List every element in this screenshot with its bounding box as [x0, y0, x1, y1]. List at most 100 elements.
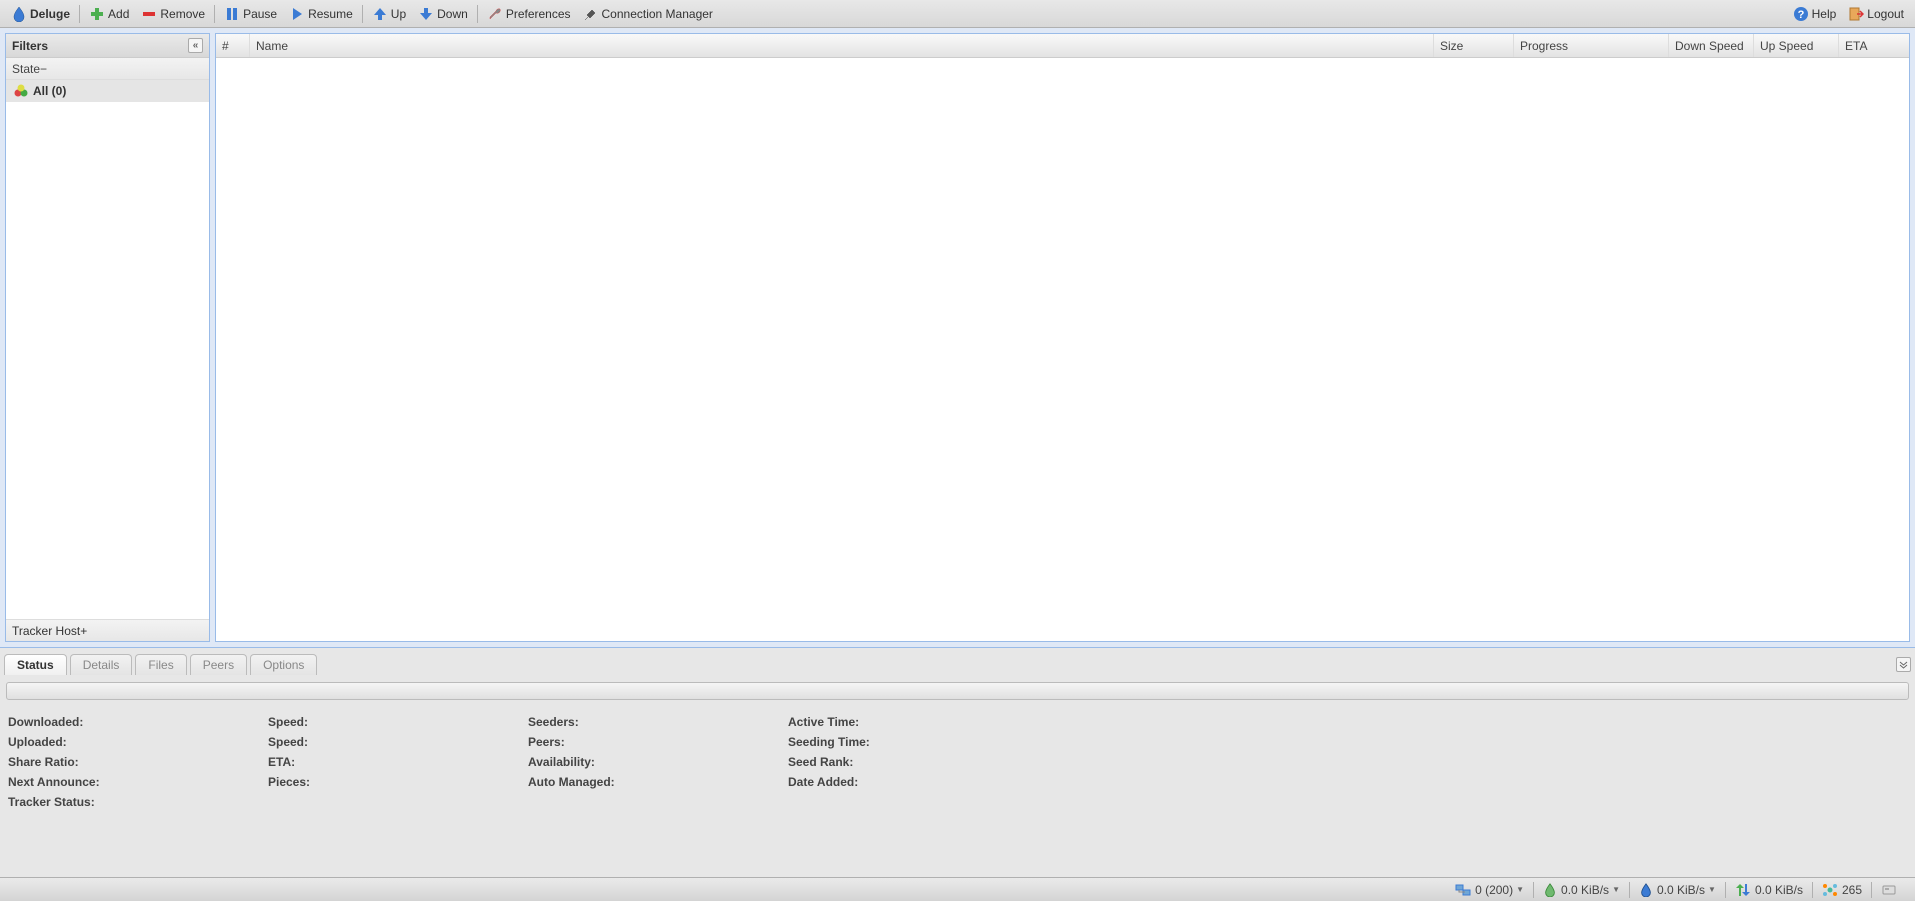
filter-all-label: All (0): [33, 84, 66, 98]
plus-icon: [89, 6, 105, 22]
separator: [1533, 882, 1534, 898]
pause-icon: [224, 6, 240, 22]
filter-all[interactable]: All (0): [6, 80, 209, 102]
tab-details[interactable]: Details: [70, 654, 133, 675]
status-bar: 0 (200) ▼ 0.0 KiB/s ▼ 0.0 KiB/s ▼ 0.0 Ki…: [0, 877, 1915, 901]
filters-sidebar: Filters « State − All (0) Tracker Host +: [5, 33, 210, 642]
dht-status[interactable]: 265: [1816, 882, 1868, 898]
speed-up-label: Speed:: [268, 735, 308, 749]
pause-label: Pause: [243, 7, 277, 21]
download-icon: [1543, 883, 1557, 897]
col-progress[interactable]: Progress: [1514, 34, 1669, 57]
col-eta[interactable]: ETA: [1839, 34, 1909, 57]
dropdown-icon: ▼: [1612, 885, 1620, 894]
active-time-label: Active Time:: [788, 715, 859, 729]
tracker-host-label: Tracker Host: [12, 624, 80, 638]
protocol-traffic-status[interactable]: 0.0 KiB/s: [1729, 882, 1809, 898]
freespace-status[interactable]: [1875, 882, 1907, 898]
grid-body[interactable]: [216, 58, 1909, 641]
main-toolbar: Deluge Add Remove Pause Resume: [0, 0, 1915, 28]
app-title: Deluge: [30, 7, 70, 21]
expand-tracker-button[interactable]: +: [80, 624, 87, 638]
up-label: Up: [391, 7, 406, 21]
separator: [477, 5, 478, 23]
plug-icon: [583, 6, 599, 22]
separator: [1725, 882, 1726, 898]
pause-button[interactable]: Pause: [218, 4, 283, 24]
preferences-label: Preferences: [506, 7, 571, 21]
separator: [1812, 882, 1813, 898]
tracker-status-label: Tracker Status:: [8, 795, 95, 809]
arrow-down-icon: [418, 6, 434, 22]
help-label: Help: [1812, 7, 1837, 21]
filters-header: Filters «: [6, 34, 209, 58]
minus-icon: [141, 6, 157, 22]
tab-files[interactable]: Files: [135, 654, 186, 675]
seeding-time-label: Seeding Time:: [788, 735, 870, 749]
peers-label: Peers:: [528, 735, 565, 749]
share-ratio-label: Share Ratio:: [8, 755, 79, 769]
collapse-sidebar-button[interactable]: «: [188, 38, 203, 53]
seed-rank-label: Seed Rank:: [788, 755, 853, 769]
filters-title: Filters: [12, 39, 48, 53]
disk-icon: [1881, 882, 1897, 898]
remove-button[interactable]: Remove: [135, 4, 211, 24]
connection-manager-label: Connection Manager: [602, 7, 713, 21]
connections-status[interactable]: 0 (200) ▼: [1449, 882, 1530, 898]
separator: [1629, 882, 1630, 898]
torrent-progress-bar: [6, 682, 1909, 700]
date-added-label: Date Added:: [788, 775, 858, 789]
download-speed-status[interactable]: 0.0 KiB/s ▼: [1537, 883, 1626, 897]
separator: [362, 5, 363, 23]
col-size[interactable]: Size: [1434, 34, 1514, 57]
arrow-up-icon: [372, 6, 388, 22]
main-area: Filters « State − All (0) Tracker Host +…: [0, 28, 1915, 647]
logout-label: Logout: [1867, 7, 1904, 21]
tab-peers[interactable]: Peers: [190, 654, 247, 675]
upload-speed-text: 0.0 KiB/s: [1657, 883, 1705, 897]
collapse-details-button[interactable]: [1896, 657, 1911, 672]
down-button[interactable]: Down: [412, 4, 474, 24]
downloaded-label: Downloaded:: [8, 715, 83, 729]
collapse-state-button[interactable]: −: [40, 62, 47, 76]
separator: [1871, 882, 1872, 898]
remove-label: Remove: [160, 7, 205, 21]
col-down-speed[interactable]: Down Speed: [1669, 34, 1754, 57]
state-section-body: All (0): [6, 80, 209, 619]
tab-options[interactable]: Options: [250, 654, 317, 675]
speed-down-label: Speed:: [268, 715, 308, 729]
upload-icon: [1639, 883, 1653, 897]
col-up-speed[interactable]: Up Speed: [1754, 34, 1839, 57]
state-section-header[interactable]: State −: [6, 58, 209, 80]
network-icon: [1455, 882, 1471, 898]
up-button[interactable]: Up: [366, 4, 412, 24]
details-panel: Status Details Files Peers Options Downl…: [0, 647, 1915, 877]
resume-button[interactable]: Resume: [283, 4, 359, 24]
dht-text: 265: [1842, 883, 1862, 897]
separator: [79, 5, 80, 23]
status-fields: Downloaded: Uploaded: Share Ratio: Next …: [4, 706, 1911, 818]
all-icon: [14, 84, 28, 98]
connections-text: 0 (200): [1475, 883, 1513, 897]
next-announce-label: Next Announce:: [8, 775, 100, 789]
torrent-grid: # Name Size Progress Down Speed Up Speed…: [215, 33, 1910, 642]
help-icon: ?: [1793, 6, 1809, 22]
uploaded-label: Uploaded:: [8, 735, 67, 749]
upload-speed-status[interactable]: 0.0 KiB/s ▼: [1633, 883, 1722, 897]
availability-label: Availability:: [528, 755, 595, 769]
dropdown-icon: ▼: [1516, 885, 1524, 894]
col-number[interactable]: #: [216, 34, 250, 57]
logout-button[interactable]: Logout: [1842, 4, 1910, 24]
tracker-host-header[interactable]: Tracker Host +: [6, 619, 209, 641]
resume-label: Resume: [308, 7, 353, 21]
seeders-label: Seeders:: [528, 715, 579, 729]
help-button[interactable]: ? Help: [1787, 4, 1843, 24]
connection-manager-button[interactable]: Connection Manager: [577, 4, 719, 24]
svg-text:?: ?: [1797, 9, 1804, 21]
col-name[interactable]: Name: [250, 34, 1434, 57]
tab-status[interactable]: Status: [4, 654, 67, 675]
traffic-icon: [1735, 882, 1751, 898]
play-icon: [289, 6, 305, 22]
add-button[interactable]: Add: [83, 4, 135, 24]
preferences-button[interactable]: Preferences: [481, 4, 577, 24]
